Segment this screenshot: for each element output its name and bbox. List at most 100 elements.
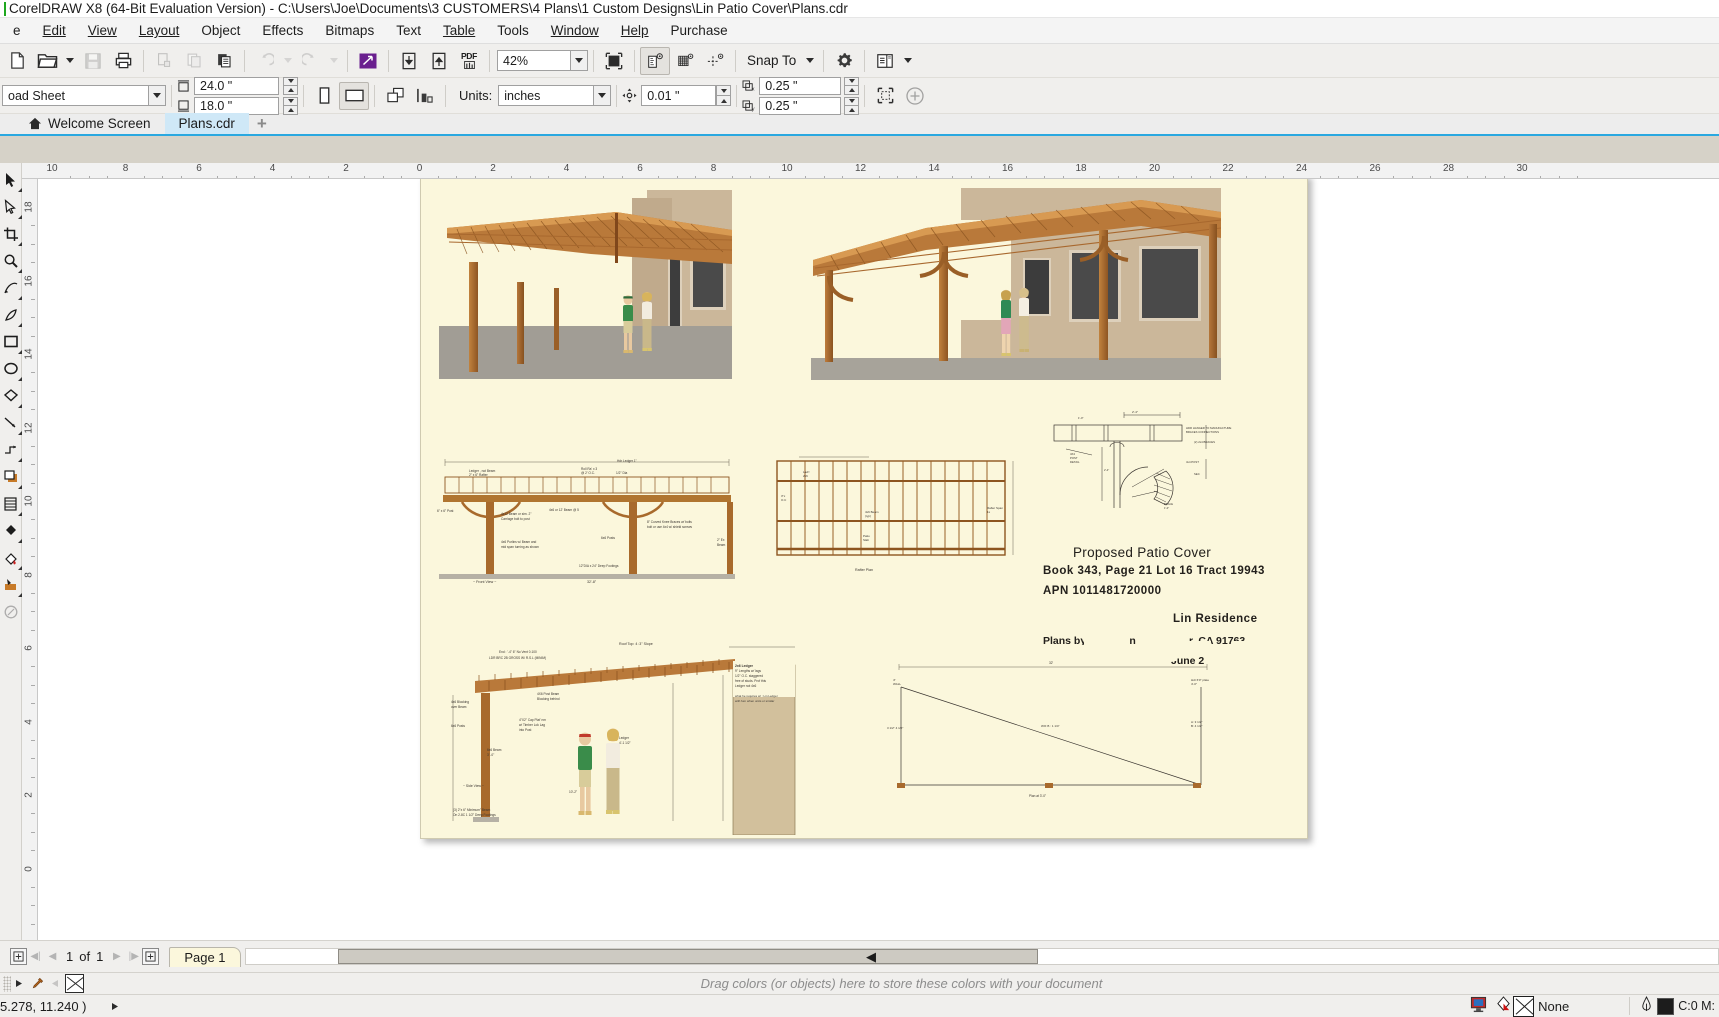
- status-expand-arrow[interactable]: [101, 1002, 129, 1011]
- snap-to-label[interactable]: Snap To: [741, 53, 802, 68]
- perspective-render-right[interactable]: [811, 188, 1222, 380]
- menu-layout[interactable]: Layout: [128, 20, 191, 41]
- duplicate-x-spinner[interactable]: [844, 76, 860, 95]
- redo-dropdown-arrow[interactable]: [326, 47, 342, 75]
- duplicate-y-value[interactable]: 0.25 ": [759, 96, 842, 115]
- last-page-button[interactable]: |▶: [125, 948, 142, 965]
- units-value[interactable]: inches: [498, 85, 595, 106]
- page-width-value[interactable]: 24.0 ": [194, 76, 279, 95]
- open-document-button[interactable]: [32, 47, 62, 75]
- side-elevation[interactable]: End : '-4" 6" No Vent 0.100 LDR BRC 2B G…: [433, 635, 818, 836]
- menu-file[interactable]: e: [2, 20, 32, 41]
- menu-purchase[interactable]: Purchase: [660, 20, 739, 41]
- show-grid-button[interactable]: [670, 47, 700, 75]
- horizontal-scrollbar[interactable]: [244, 948, 1719, 965]
- save-button[interactable]: [78, 47, 108, 75]
- page-width-spinner[interactable]: [283, 76, 298, 95]
- front-elevation[interactable]: Ledger , not Beam 2" x 6" Rafter Roll Ra…: [431, 455, 743, 585]
- dockers-button[interactable]: [870, 47, 900, 75]
- tab-welcome-screen[interactable]: Welcome Screen: [14, 113, 165, 134]
- scroll-left-button[interactable]: ◀: [866, 949, 876, 965]
- fill-color-icon[interactable]: [1496, 996, 1511, 1016]
- nudge-offset-spinner[interactable]: [716, 85, 732, 106]
- palette-grip[interactable]: [3, 975, 11, 992]
- paste-button[interactable]: [209, 47, 239, 75]
- color-proof-icon[interactable]: [1470, 996, 1487, 1016]
- units-combo[interactable]: inches: [498, 85, 612, 106]
- roof-framing-plan[interactable]: Lad'r 2x6 3"x O.C 4x6 Beam (typ) Rafter …: [759, 453, 1021, 578]
- duplicate-x-value[interactable]: 0.25 ": [759, 76, 842, 95]
- show-guidelines-button[interactable]: [700, 47, 730, 75]
- duplicate-y-spinner[interactable]: [844, 96, 860, 115]
- zoom-dropdown-arrow[interactable]: [571, 50, 588, 71]
- new-tab-button[interactable]: +: [249, 113, 275, 134]
- export-pdf-button[interactable]: PDF: [454, 47, 484, 75]
- menu-table[interactable]: Table: [432, 20, 486, 41]
- perspective-render-left[interactable]: [439, 190, 732, 379]
- insert-page-before-button[interactable]: [10, 948, 27, 965]
- zoom-level-combo[interactable]: 42%: [497, 50, 588, 71]
- export-button[interactable]: [424, 47, 454, 75]
- scrollbar-track[interactable]: [244, 948, 1719, 965]
- page-height-value[interactable]: 18.0 ": [194, 96, 279, 115]
- palette-no-color-swatch[interactable]: [65, 974, 84, 993]
- portrait-orientation-button[interactable]: [309, 82, 339, 110]
- vertical-ruler[interactable]: 18 16 14 12 10 8 6 4 2 0: [22, 179, 38, 940]
- paper-type-value[interactable]: oad Sheet: [2, 85, 149, 106]
- redo-button[interactable]: [296, 47, 326, 75]
- outline-color-swatch[interactable]: [1657, 997, 1675, 1015]
- menu-window[interactable]: Window: [540, 20, 610, 41]
- previous-page-button[interactable]: ◀: [44, 948, 61, 965]
- menu-edit[interactable]: Edit: [32, 20, 77, 41]
- title-block[interactable]: Proposed Patio Cover Book 343, Page 21 L…: [1021, 545, 1291, 667]
- fill-none-swatch[interactable]: [1513, 995, 1535, 1017]
- next-page-button[interactable]: ▶: [108, 948, 125, 965]
- crop-tool[interactable]: [0, 220, 22, 247]
- menu-tools[interactable]: Tools: [486, 20, 540, 41]
- paper-type-combo[interactable]: oad Sheet: [2, 85, 166, 106]
- all-pages-button[interactable]: [380, 82, 410, 110]
- nudge-offset-value[interactable]: 0.01 ": [641, 85, 717, 106]
- palette-prev-arrow[interactable]: [47, 979, 63, 988]
- scrollbar-thumb[interactable]: [337, 949, 1038, 964]
- polygon-tool[interactable]: [0, 382, 22, 409]
- tab-plans-cdr[interactable]: Plans.cdr: [164, 113, 249, 134]
- drop-shadow-tool[interactable]: [0, 463, 22, 490]
- menu-effects[interactable]: Effects: [251, 20, 314, 41]
- page-height-spinner[interactable]: [283, 96, 298, 115]
- palette-scroll-arrow[interactable]: [11, 979, 27, 988]
- insert-page-after-button[interactable]: [142, 948, 160, 965]
- ellipse-tool[interactable]: [0, 355, 22, 382]
- current-page-only-button[interactable]: [410, 82, 440, 110]
- color-eyedropper-tool[interactable]: [0, 517, 22, 544]
- smart-fill-tool[interactable]: [0, 571, 22, 598]
- menu-object[interactable]: Object: [190, 20, 251, 41]
- eyedropper-icon[interactable]: [27, 977, 47, 990]
- page-tab-page-1[interactable]: Page 1: [169, 946, 241, 967]
- roof-slope-diagram[interactable]: 32' 4" WALL Hdr 6'0" plate 4'-0" 3 1/2" …: [871, 657, 1231, 817]
- add-button[interactable]: [900, 82, 930, 110]
- menu-help[interactable]: Help: [610, 20, 660, 41]
- horizontal-ruler[interactable]: 10 8 6 4 2 0 2 4 6 8 10 12 14 16 18 20 22 24 26 28 30: [22, 163, 1719, 179]
- artistic-media-tool[interactable]: [0, 301, 22, 328]
- undo-dropdown-arrow[interactable]: [280, 47, 296, 75]
- units-dropdown-arrow[interactable]: [594, 85, 612, 106]
- options-gear-icon[interactable]: [829, 47, 859, 75]
- rectangle-tool[interactable]: [0, 328, 22, 355]
- outline-pen-icon[interactable]: [1640, 996, 1653, 1016]
- freehand-tool[interactable]: [0, 274, 22, 301]
- undo-button[interactable]: [250, 47, 280, 75]
- import-button[interactable]: [394, 47, 424, 75]
- outline-tool[interactable]: [0, 598, 22, 625]
- first-page-button[interactable]: ◀|: [27, 948, 44, 965]
- pick-tool[interactable]: [0, 166, 22, 193]
- zoom-tool[interactable]: [0, 247, 22, 274]
- interactive-fill-tool[interactable]: [0, 544, 22, 571]
- print-button[interactable]: [108, 47, 138, 75]
- search-content-icon[interactable]: [353, 47, 383, 75]
- landscape-orientation-button[interactable]: [339, 81, 369, 110]
- connection-detail[interactable]: 2'-4" HDR HANGER TO MANUFACTURE BRACES C…: [1046, 403, 1236, 523]
- zoom-level-value[interactable]: 42%: [497, 50, 571, 71]
- document-page[interactable]: Ledger , not Beam 2" x 6" Rafter Roll Ra…: [420, 179, 1308, 839]
- menu-text[interactable]: Text: [385, 20, 432, 41]
